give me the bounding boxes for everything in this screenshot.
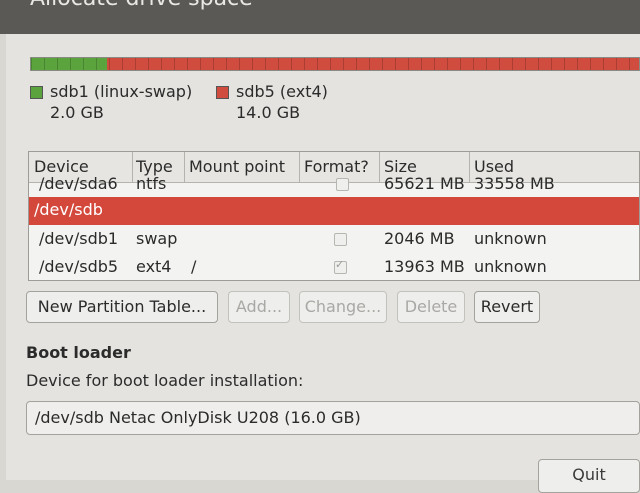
cell-used: unknown <box>474 229 547 248</box>
boot-loader-title: Boot loader <box>26 343 131 362</box>
cell-size: 13963 MB <box>384 257 465 276</box>
legend-sdb1: sdb1 (linux-swap) 2.0 GB <box>30 82 192 122</box>
legend-size-sdb1: 2.0 GB <box>50 103 104 122</box>
delete-button[interactable]: Delete <box>397 291 465 323</box>
quit-button[interactable]: Quit <box>538 459 640 493</box>
table-row[interactable]: /dev/sdb5 ext4 / 13963 MB unknown <box>29 254 639 280</box>
cell-size: 2046 MB <box>384 229 455 248</box>
partition-bar <box>30 57 640 71</box>
boot-loader-device-select[interactable]: /dev/sdb Netac OnlyDisk U208 (16.0 GB) <box>26 401 640 435</box>
format-checkbox[interactable] <box>334 233 347 246</box>
new-partition-table-button[interactable]: New Partition Table... <box>26 291 218 323</box>
cell-device: /dev/sdb <box>34 200 103 219</box>
add-button[interactable]: Add... <box>228 291 290 323</box>
cell-device: /dev/sdb5 <box>39 257 119 276</box>
cell-type: swap <box>136 229 178 248</box>
table-row[interactable]: /dev/sdb1 swap 2046 MB unknown <box>29 226 639 254</box>
cell-type: ext4 <box>136 257 172 276</box>
legend-swatch-sdb1 <box>30 86 43 99</box>
table-row-selected[interactable]: /dev/sdb <box>29 197 639 225</box>
partition-bar-ticks <box>31 58 639 70</box>
cell-device: /dev/sdb1 <box>39 229 119 248</box>
legend-label-sdb5: sdb5 (ext4) <box>236 82 328 101</box>
title-bar: Allocate drive space <box>0 0 640 34</box>
window-title: Allocate drive space <box>30 0 253 11</box>
legend-swatch-sdb5 <box>216 86 229 99</box>
change-button[interactable]: Change... <box>299 291 387 323</box>
partition-table[interactable]: Device Type Mount point Format? Size Use… <box>28 151 640 281</box>
cell-mount-point: / <box>191 257 197 276</box>
revert-button[interactable]: Revert <box>474 291 540 323</box>
legend-sdb5: sdb5 (ext4) 14.0 GB <box>216 82 328 122</box>
table-row[interactable]: /dev/sda6 ntfs 65621 MB 33558 MB <box>29 171 639 199</box>
boot-loader-label: Device for boot loader installation: <box>26 371 304 390</box>
format-checkbox-checked[interactable] <box>334 258 347 274</box>
cell-used: unknown <box>474 257 547 276</box>
format-checkbox[interactable] <box>336 178 349 191</box>
cell-size: 65621 MB <box>384 174 465 193</box>
legend-label-sdb1: sdb1 (linux-swap) <box>50 82 193 101</box>
cell-device: /dev/sda6 <box>39 174 118 193</box>
cell-type: ntfs <box>136 174 167 193</box>
cell-used: 33558 MB <box>474 174 555 193</box>
legend-size-sdb5: 14.0 GB <box>236 103 301 122</box>
